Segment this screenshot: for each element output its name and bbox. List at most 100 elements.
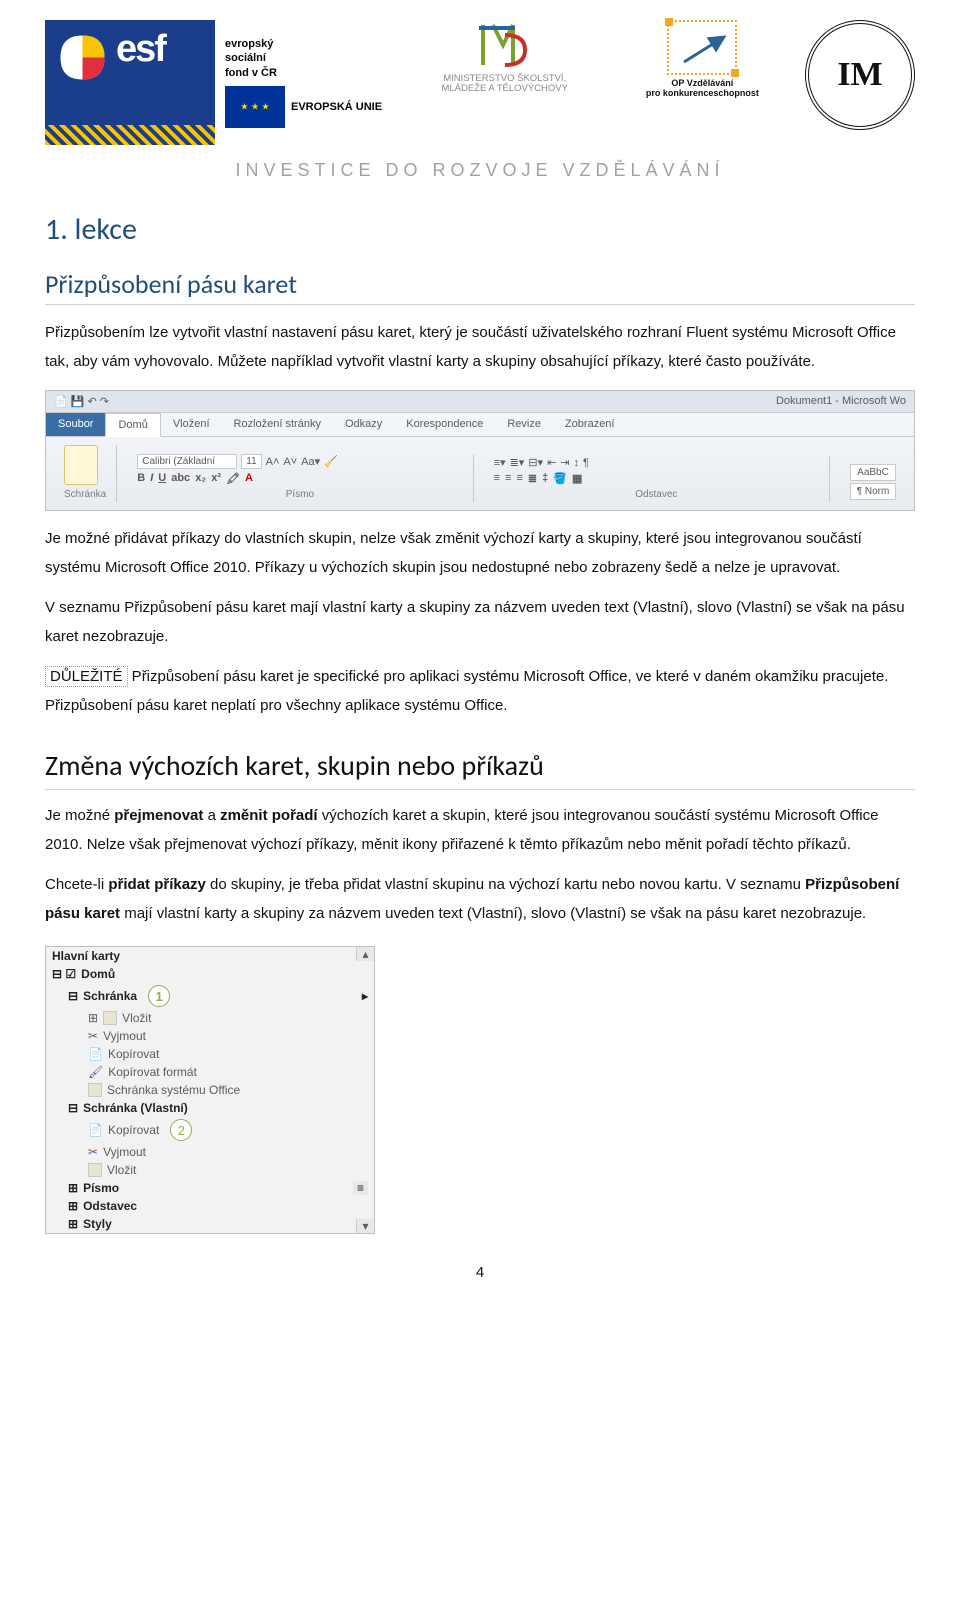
ribbon-tab: Korespondence [394, 413, 495, 436]
p5-part: a [203, 807, 220, 824]
p6-bold-add: přidat příkazy [108, 876, 206, 893]
ribbon-tab-file: Soubor [46, 413, 105, 436]
lesson-subtitle: Přizpůsobení pásu karet [45, 268, 915, 305]
ribbon-group-styles: AaBbC ¶ Norm [840, 464, 906, 502]
change-case-icon: Aa▾ [301, 455, 320, 468]
ribbon-group-paragraph: ≡▾ ≣▾ ⊟▾ ⇤ ⇥ ↕ ¶ ≡ ≡ ≡ ≣ ‡ 🪣 ▦ Ods [484, 456, 830, 502]
p5-bold-rename: přejmenovat [114, 807, 203, 824]
msmt-block: MINISTERSTVO ŠKOLSTVÍ, MLÁDEŽE A TĚLOVÝC… [410, 20, 600, 95]
header-logo-strip: esf evropský sociální fond v ČR EVROPSKÁ… [45, 20, 915, 150]
ribbon-tab: Domů [105, 413, 160, 437]
tree-item: 📄Kopírovat 2 [46, 1117, 374, 1143]
multilevel-icon: ⊟▾ [528, 456, 543, 469]
borders-icon: ▦ [572, 472, 582, 485]
paragraph-5: Je možné přejmenovat a změnit pořadí výc… [45, 802, 915, 859]
p6-part: Chcete-li [45, 876, 108, 893]
op-logo-icon [667, 20, 737, 75]
paragraph-2: Je možné přidávat příkazy do vlastních s… [45, 525, 915, 582]
paragraph-6: Chcete-li přidat příkazy do skupiny, je … [45, 871, 915, 928]
esf-logo: esf [45, 20, 215, 145]
important-label: DŮLEŽITÉ [45, 666, 128, 687]
eu-flag-icon [225, 86, 285, 128]
tagline: INVESTICE DO ROZVOJE VZDĚLÁVÁNÍ [45, 160, 915, 181]
msmt-line2: MLÁDEŽE A TĚLOVÝCHOVY [410, 84, 600, 94]
tree-item: Schránka systému Office [46, 1081, 374, 1099]
ribbon-tab: Zobrazení [553, 413, 627, 436]
align-center-icon: ≡ [505, 472, 511, 485]
clipboard-icon [88, 1083, 102, 1097]
p6-part: do skupiny, je třeba přidat vlastní skup… [206, 876, 805, 893]
paragraph-intro: Přizpůsobením lze vytvořit vlastní nasta… [45, 319, 915, 376]
sort-icon: ↕ [574, 457, 580, 469]
tree-schranka: ⊟ Schránka 1 ▸ [46, 983, 374, 1009]
tree-item: Vložit [46, 1161, 374, 1179]
align-right-icon: ≡ [516, 472, 522, 485]
scroll-thumb-icon: ≡ [353, 1181, 368, 1195]
indent-dec-icon: ⇤ [547, 456, 556, 469]
numbering-icon: ≣▾ [510, 456, 525, 469]
font-size-combo: 11 [241, 454, 261, 469]
highlight-icon: 🖍 [226, 472, 240, 485]
format-painter-icon: 🖌 [88, 1065, 103, 1079]
tree-styly: ⊞ Styly [46, 1215, 374, 1233]
bold-icon: B [137, 472, 145, 485]
group-label: Písmo [137, 489, 462, 500]
op-block: OP Vzdělávání pro konkurenceschopnost [627, 20, 777, 99]
align-left-icon: ≡ [494, 472, 500, 485]
italic-icon: I [150, 472, 153, 485]
p6-part: mají vlastní karty a skupiny za názvem u… [120, 905, 866, 922]
p5-part: Je možné [45, 807, 114, 824]
justify-icon: ≣ [528, 472, 537, 485]
cut-icon: ✂ [88, 1145, 98, 1159]
paragraph-important: DŮLEŽITÉ Přizpůsobení pásu karet je spec… [45, 663, 915, 720]
clear-format-icon: 🧹 [324, 455, 338, 468]
eu-caption: EVROPSKÁ UNIE [291, 100, 382, 114]
style-box: ¶ Norm [850, 483, 896, 500]
tree-item: ✂Vyjmout [46, 1143, 374, 1161]
indent-inc-icon: ⇥ [560, 456, 569, 469]
strike-icon: abc [171, 472, 190, 485]
paragraph-4-text: Přizpůsobení pásu karet je specifické pr… [45, 668, 888, 714]
tree-schranka-vlastni: ⊟ Schránka (Vlastní) [46, 1099, 374, 1117]
section-2-title: Změna výchozích karet, skupin nebo příka… [45, 748, 915, 790]
ribbon-customize-tree-screenshot: ▴ Hlavní karty ⊟ ☑ Domů ⊟ Schránka 1 ▸ ⊞… [45, 946, 375, 1234]
op-line2: pro konkurenceschopnost [627, 89, 777, 99]
university-seal: IM [805, 20, 915, 130]
tree-item: 🖌Kopírovat formát [46, 1063, 374, 1081]
esf-abbrev: esf [116, 30, 165, 68]
show-marks-icon: ¶ [583, 457, 589, 469]
tree-odstavec: ⊞ Odstavec [46, 1197, 374, 1215]
msmt-logo-icon [475, 20, 535, 70]
font-color-icon: A [245, 472, 253, 485]
bullets-icon: ≡▾ [494, 456, 506, 469]
word-ribbon-screenshot: 📄 💾 ↶ ↷ Dokument1 - Microsoft Wo Soubor … [45, 390, 915, 511]
tree-item: ⊞ Vložit [46, 1009, 374, 1027]
tree-header: Hlavní karty [46, 947, 374, 965]
font-name-combo: Calibri (Základní [137, 454, 237, 469]
tree-domů: ⊟ ☑ Domů [46, 965, 374, 983]
ribbon-tab: Revize [495, 413, 553, 436]
qat-icons: 📄 💾 ↶ ↷ [54, 395, 109, 408]
esf-eu-block: esf evropský sociální fond v ČR EVROPSKÁ… [45, 20, 382, 145]
paragraph-3: V seznamu Přizpůsobení pásu karet mají v… [45, 594, 915, 651]
lesson-title: 1. lekce [45, 211, 915, 248]
line-spacing-icon: ‡ [542, 472, 548, 485]
group-label: Odstavec [494, 489, 819, 500]
underline-icon: U [158, 472, 166, 485]
ribbon-tab: Odkazy [333, 413, 394, 436]
font-grow-icon: A˄ [266, 456, 280, 468]
cut-icon: ✂ [88, 1029, 98, 1043]
tree-pismo: ⊞ Písmo ≡ [46, 1179, 374, 1197]
paste-small-icon [103, 1011, 117, 1025]
font-shrink-icon: A˅ [283, 456, 297, 468]
ribbon-doc-title: Dokument1 - Microsoft Wo [776, 395, 906, 408]
ribbon-group-clipboard: Schránka [54, 445, 117, 502]
ribbon-tabs: Soubor Domů Vložení Rozložení stránky Od… [46, 413, 914, 437]
copy-icon: 📄 [88, 1123, 103, 1137]
paste-icon [64, 445, 98, 485]
p5-bold-reorder: změnit pořadí [220, 807, 318, 824]
callout-2: 2 [170, 1119, 192, 1141]
shading-icon: 🪣 [553, 472, 567, 485]
page-number: 4 [45, 1264, 915, 1281]
scroll-down-icon: ▾ [356, 1219, 374, 1233]
